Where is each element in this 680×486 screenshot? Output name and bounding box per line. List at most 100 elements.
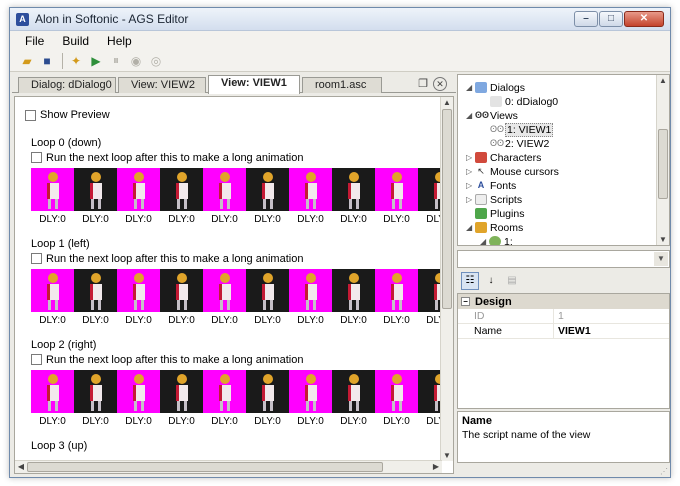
sprite-frame[interactable] bbox=[289, 168, 332, 211]
frame-delay-label: DLY:0 bbox=[340, 315, 367, 326]
collapse-icon[interactable]: ◢ bbox=[466, 83, 475, 92]
collapse-icon[interactable]: ◢ bbox=[466, 223, 475, 232]
show-preview-checkbox[interactable] bbox=[25, 109, 36, 121]
tree-item-scripts[interactable]: ▷ Scripts bbox=[466, 193, 522, 206]
sprite-legs bbox=[391, 199, 402, 209]
expand-icon[interactable]: ▷ bbox=[466, 153, 475, 162]
sprite-legs bbox=[305, 199, 316, 209]
collapse-icon[interactable]: − bbox=[461, 297, 470, 306]
sprite-frame[interactable] bbox=[203, 168, 246, 211]
tab-view-view1[interactable]: View: VIEW1 bbox=[208, 75, 300, 94]
menu-help[interactable]: Help bbox=[98, 34, 141, 48]
minimize-button[interactable]: – bbox=[574, 11, 598, 27]
window-list-icon[interactable]: ❐ bbox=[416, 77, 430, 91]
sprite-frame[interactable] bbox=[31, 168, 74, 211]
document-tabstrip: Dialog: dDialog0 View: VIEW2 View: VIEW1… bbox=[12, 74, 456, 94]
run-icon[interactable]: ▶ bbox=[87, 53, 105, 69]
tree-scroll-thumb[interactable] bbox=[658, 129, 668, 199]
resize-grip-icon[interactable]: ⋰ bbox=[660, 467, 668, 476]
tree-item-characters[interactable]: ▷ Characters bbox=[466, 151, 541, 164]
long-animation-option[interactable]: Run the next loop after this to make a l… bbox=[31, 251, 453, 266]
tab-room1-asc[interactable]: room1.asc bbox=[302, 77, 382, 93]
sprite-frame[interactable] bbox=[375, 370, 418, 413]
sprite-body bbox=[304, 284, 317, 300]
sprite-frame[interactable] bbox=[246, 269, 289, 312]
long-animation-checkbox[interactable] bbox=[31, 253, 42, 264]
tree-item-dialogs[interactable]: ◢ Dialogs bbox=[466, 81, 525, 94]
expand-icon[interactable]: ▷ bbox=[466, 181, 475, 190]
scroll-down-arrow-icon[interactable]: ▼ bbox=[657, 235, 669, 244]
frame-delay-label: DLY:0 bbox=[39, 315, 66, 326]
sprite-frame[interactable] bbox=[375, 168, 418, 211]
property-row-id[interactable]: ID 1 bbox=[458, 309, 669, 324]
tab-dialog-ddialog0[interactable]: Dialog: dDialog0 bbox=[18, 77, 116, 93]
sprite-frame[interactable] bbox=[246, 370, 289, 413]
menu-build[interactable]: Build bbox=[53, 34, 98, 48]
tree-item-view1[interactable]: ʘʘ 1: VIEW1 bbox=[490, 122, 554, 137]
long-animation-option[interactable]: Run the next loop after this to make a l… bbox=[31, 150, 453, 165]
tree-item-views[interactable]: ◢ ʘʘ Views bbox=[466, 109, 518, 122]
long-animation-option[interactable]: Run the next loop after this to make a l… bbox=[31, 352, 453, 367]
open-folder-icon[interactable]: ▰ bbox=[18, 53, 36, 69]
maximize-button[interactable]: □ bbox=[599, 11, 623, 27]
scroll-down-arrow-icon[interactable]: ▼ bbox=[441, 451, 453, 460]
sprite-frame[interactable] bbox=[74, 168, 117, 211]
title-bar[interactable]: A Alon in Softonic - AGS Editor – □ ✕ bbox=[10, 8, 670, 31]
sprite-frame[interactable] bbox=[117, 269, 160, 312]
sprite-frame[interactable] bbox=[289, 269, 332, 312]
sort-alphabetical-icon[interactable]: ↓ bbox=[482, 272, 500, 290]
object-selector-dropdown[interactable]: ▼ bbox=[457, 250, 670, 268]
sprite-frame[interactable] bbox=[203, 370, 246, 413]
sprite-frame[interactable] bbox=[74, 370, 117, 413]
sprite-frame[interactable] bbox=[74, 269, 117, 312]
sprite-frame[interactable] bbox=[332, 370, 375, 413]
scroll-up-arrow-icon[interactable]: ▲ bbox=[657, 76, 669, 85]
property-value[interactable]: VIEW1 bbox=[554, 324, 591, 338]
sprite-frame[interactable] bbox=[375, 269, 418, 312]
tree-item-mouse-cursors[interactable]: ▷ ↖ Mouse cursors bbox=[466, 165, 559, 178]
close-button[interactable]: ✕ bbox=[624, 11, 664, 27]
long-animation-checkbox[interactable] bbox=[31, 354, 42, 365]
tree-item-plugins[interactable]: Plugins bbox=[475, 207, 524, 220]
sprite-body bbox=[347, 284, 360, 300]
expand-icon[interactable]: ▷ bbox=[466, 167, 475, 176]
description-text: The script name of the view bbox=[462, 429, 591, 441]
save-icon[interactable]: ■ bbox=[38, 53, 56, 69]
sprite-frame[interactable] bbox=[117, 370, 160, 413]
tree-item-rooms[interactable]: ◢ Rooms bbox=[466, 221, 523, 234]
sprite-frame[interactable] bbox=[246, 168, 289, 211]
tab-view-view2[interactable]: View: VIEW2 bbox=[118, 77, 206, 93]
sprite-frame[interactable] bbox=[31, 370, 74, 413]
sprite-frame[interactable] bbox=[289, 370, 332, 413]
vertical-scroll-thumb[interactable] bbox=[442, 109, 452, 309]
sprite-frame[interactable] bbox=[332, 269, 375, 312]
vertical-scrollbar[interactable]: ▲ ▼ bbox=[440, 97, 453, 461]
show-preview-option[interactable]: Show Preview bbox=[25, 109, 110, 121]
character-sprite bbox=[347, 273, 360, 310]
tree-item-view2[interactable]: ʘʘ 2: VIEW2 bbox=[490, 137, 549, 150]
chevron-down-icon[interactable]: ▼ bbox=[654, 252, 668, 266]
scroll-up-arrow-icon[interactable]: ▲ bbox=[441, 98, 453, 107]
tree-scrollbar[interactable]: ▲ ▼ bbox=[656, 75, 669, 245]
expand-icon[interactable]: ▷ bbox=[466, 195, 475, 204]
tree-item-dialog0[interactable]: 0: dDialog0 bbox=[490, 95, 558, 108]
categorized-icon[interactable]: ☷ bbox=[461, 272, 479, 290]
sprite-frame[interactable] bbox=[332, 168, 375, 211]
sprite-head bbox=[348, 172, 359, 182]
sprite-frame[interactable] bbox=[31, 269, 74, 312]
sprite-frame[interactable] bbox=[203, 269, 246, 312]
tree-item-room1[interactable]: ◢ 1: bbox=[480, 235, 513, 245]
collapse-icon[interactable]: ◢ bbox=[466, 111, 475, 120]
sprite-frame[interactable] bbox=[160, 370, 203, 413]
collapse-icon[interactable]: ◢ bbox=[480, 237, 489, 245]
compile-icon[interactable]: ✦ bbox=[67, 53, 85, 69]
property-row-name[interactable]: Name VIEW1 bbox=[458, 324, 669, 339]
close-tab-icon[interactable]: ✕ bbox=[433, 77, 447, 91]
sprite-frame[interactable] bbox=[160, 168, 203, 211]
sprite-frame[interactable] bbox=[117, 168, 160, 211]
sprite-frame[interactable] bbox=[160, 269, 203, 312]
menu-file[interactable]: File bbox=[16, 34, 53, 48]
long-animation-checkbox[interactable] bbox=[31, 152, 42, 163]
tree-item-fonts[interactable]: ▷ A Fonts bbox=[466, 179, 516, 192]
property-category[interactable]: − Design bbox=[458, 294, 669, 309]
